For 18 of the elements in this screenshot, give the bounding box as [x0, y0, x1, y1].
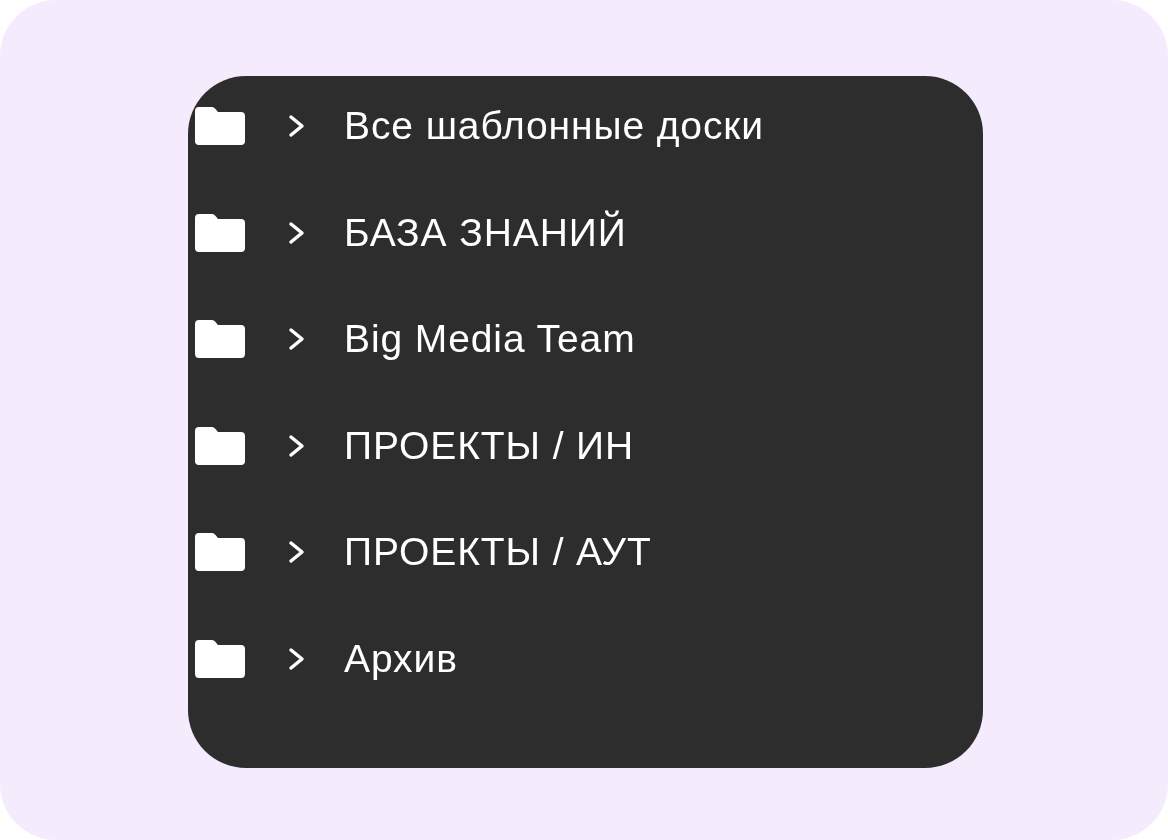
chevron-icon[interactable] — [288, 646, 305, 671]
chevron-icon[interactable] — [288, 433, 305, 458]
folder-icon — [195, 213, 245, 252]
folder-name[interactable]: Big Media Team — [344, 317, 636, 362]
chevron-icon[interactable] — [288, 220, 305, 245]
folder-icon — [195, 533, 245, 572]
folder-name[interactable]: Все шаблонные доски — [344, 104, 764, 148]
folder-name[interactable]: ПРОЕКТЫ / ИН — [344, 423, 635, 468]
folder-name[interactable]: БАЗА ЗНАНИЙ — [344, 210, 627, 255]
folder-icon — [195, 107, 245, 145]
chevron-icon[interactable] — [288, 540, 305, 565]
chevron-icon[interactable] — [288, 114, 305, 138]
chevron-icon[interactable] — [288, 327, 305, 352]
folder-icon — [195, 320, 245, 359]
folder-icon — [195, 639, 245, 678]
folder-name[interactable]: ПРОЕКТЫ / АУТ — [344, 530, 652, 575]
folder-name[interactable]: Архив — [344, 636, 458, 681]
folder-icon — [195, 426, 245, 465]
